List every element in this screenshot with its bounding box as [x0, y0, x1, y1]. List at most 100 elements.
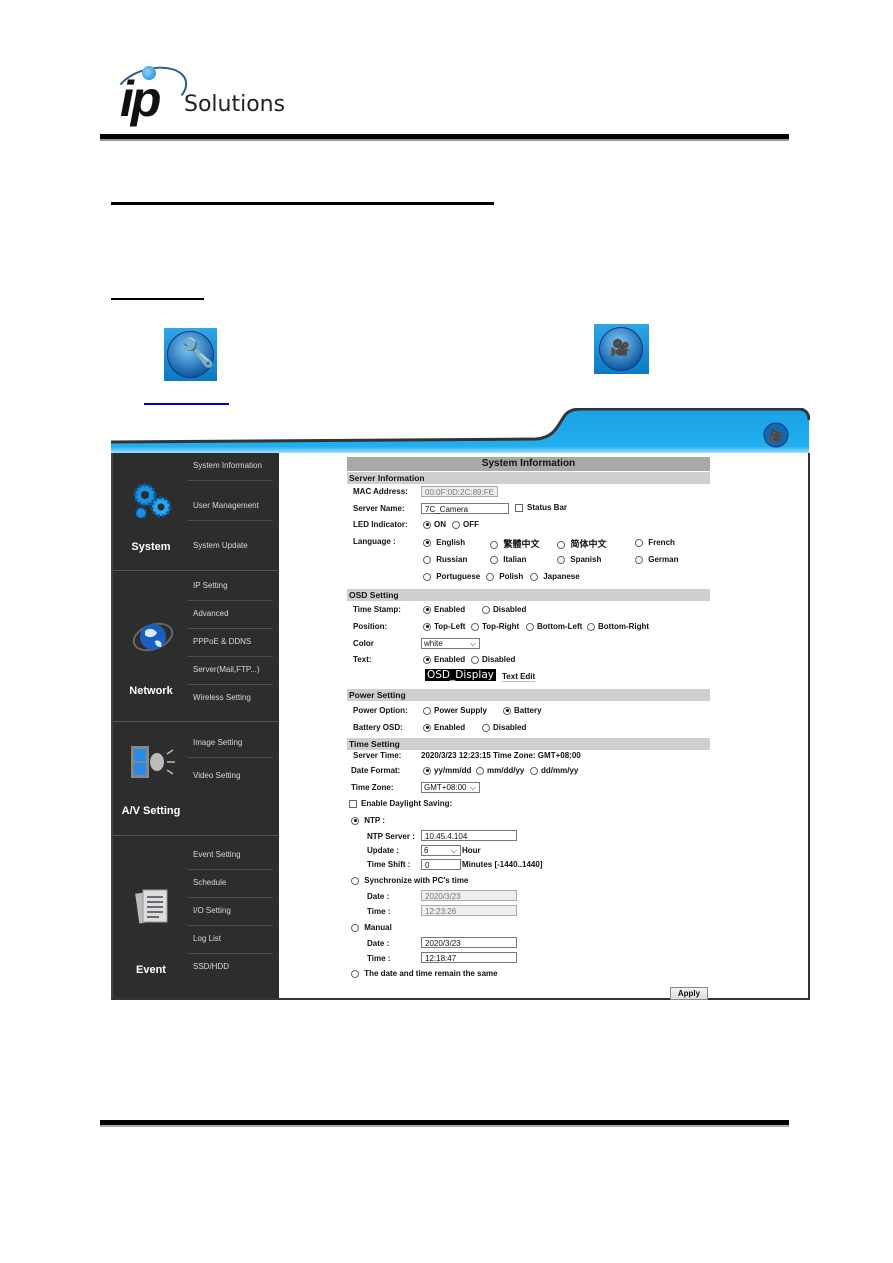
ntp-radio[interactable]: NTP :	[351, 816, 385, 825]
server-time-label: Server Time:	[353, 751, 402, 760]
time-shift-input[interactable]: 0	[421, 859, 461, 870]
apply-button[interactable]: Apply	[670, 987, 708, 1000]
text-label: Text:	[353, 655, 372, 664]
osd-display-text: OSD_Display	[425, 669, 496, 681]
section-server-information: Server Information	[347, 472, 710, 484]
server-name-input[interactable]: 7C_Camera	[421, 503, 509, 514]
sidebar-group-title: Event	[136, 964, 166, 976]
update-label: Update :	[367, 846, 399, 855]
ui-content: System System Information User Managemen…	[111, 453, 810, 1000]
mac-address-field: 00:0F:0D:2C:89:FE	[421, 486, 498, 497]
manual-date-input[interactable]: 2020/3/23	[421, 937, 517, 948]
text-edit-button[interactable]: Text Edit	[502, 672, 536, 682]
date-format-label: Date Format:	[351, 766, 401, 775]
color-select[interactable]: white ⌵	[421, 638, 480, 649]
language-radio-simplified-chinese[interactable]: 简体中文	[557, 537, 607, 550]
language-radio-japanese[interactable]: Japanese	[530, 572, 580, 581]
remain-same-radio[interactable]: The date and time remain the same	[351, 969, 498, 978]
status-bar-label: Status Bar	[527, 503, 568, 512]
led-on-radio[interactable]: ON	[423, 520, 446, 529]
language-radio-german[interactable]: German	[635, 555, 678, 564]
battery-osd-enabled-radio[interactable]: Enabled	[423, 723, 465, 732]
chevron-down-icon: ⌵	[469, 639, 476, 648]
battery-osd-disabled-radio[interactable]: Disabled	[482, 723, 526, 732]
section-power-setting: Power Setting	[347, 689, 710, 701]
server-name-label: Server Name:	[353, 504, 405, 513]
language-radio-english[interactable]: English	[423, 538, 465, 547]
heading-underline	[111, 202, 494, 205]
language-radio-portuguese[interactable]: Portuguese	[423, 572, 480, 581]
position-bottom-right-radio[interactable]: Bottom-Right	[587, 622, 649, 631]
status-bar-checkbox[interactable]: Status Bar	[515, 503, 567, 512]
update-interval-select[interactable]: 6 ⌵	[421, 845, 461, 856]
sync-date-field: 2020/3/23	[421, 890, 517, 901]
sidebar-item-event-setting[interactable]: Event Setting	[187, 842, 273, 870]
language-radio-italian[interactable]: Italian	[490, 555, 526, 564]
position-top-right-radio[interactable]: Top-Right	[471, 622, 519, 631]
ntp-server-input[interactable]: 10.45.4.104	[421, 830, 517, 841]
daylight-saving-checkbox[interactable]: Enable Daylight Saving:	[349, 799, 452, 808]
sidebar-item-wireless-setting[interactable]: Wireless Setting	[187, 685, 273, 713]
time-zone-label: Time Zone:	[351, 783, 394, 792]
sidebar-item-schedule[interactable]: Schedule	[187, 870, 273, 898]
hyperlink-underline[interactable]	[144, 403, 229, 405]
time-stamp-enabled-radio[interactable]: Enabled	[423, 605, 465, 614]
position-top-left-radio[interactable]: Top-Left	[423, 622, 465, 631]
position-bottom-left-radio[interactable]: Bottom-Left	[526, 622, 582, 631]
manual-radio[interactable]: Manual	[351, 923, 392, 932]
chevron-down-icon: ⌵	[469, 783, 476, 792]
text-disabled-radio[interactable]: Disabled	[471, 655, 515, 664]
wrench-icon: 🔧	[164, 328, 217, 381]
sync-pc-time-radio[interactable]: Synchronize with PC's time	[351, 876, 468, 885]
language-label: Language :	[353, 537, 396, 546]
sidebar-item-advanced[interactable]: Advanced	[187, 601, 273, 629]
language-radio-traditional-chinese[interactable]: 繁體中文	[490, 537, 540, 550]
time-stamp-disabled-radio[interactable]: Disabled	[482, 605, 526, 614]
power-supply-radio[interactable]: Power Supply	[423, 706, 487, 715]
sidebar-item-pppoe-ddns[interactable]: PPPoE & DDNS	[187, 629, 273, 657]
logo-text: Solutions	[184, 92, 286, 117]
time-zone-select[interactable]: GMT+08:00 ⌵	[421, 782, 480, 793]
text-enabled-radio[interactable]: Enabled	[423, 655, 465, 664]
update-unit-label: Hour	[462, 846, 481, 855]
date-format-ddmmyy-radio[interactable]: dd/mm/yy	[530, 766, 578, 775]
subheading-underline	[111, 298, 204, 300]
sidebar-item-image-setting[interactable]: Image Setting	[187, 730, 273, 758]
sidebar-item-ssd-hdd[interactable]: SSD/HDD	[187, 954, 273, 982]
date-format-yymmdd-radio[interactable]: yy/mm/dd	[423, 766, 471, 775]
footer-divider	[100, 1120, 789, 1127]
mac-address-label: MAC Address:	[353, 487, 408, 496]
sidebar: System System Information User Managemen…	[111, 453, 279, 998]
language-radio-russian[interactable]: Russian	[423, 555, 467, 564]
sidebar-group-network: Network IP Setting Advanced PPPoE & DDNS…	[113, 571, 279, 722]
section-time-setting: Time Setting	[347, 738, 710, 750]
sync-time-field: 12:23:26	[421, 905, 517, 916]
camera-web-ui: 🎥 System System Information User Managem…	[111, 408, 810, 1000]
language-radio-french[interactable]: French	[635, 538, 675, 547]
sidebar-item-log-list[interactable]: Log List	[187, 926, 273, 954]
sidebar-item-ip-setting[interactable]: IP Setting	[187, 573, 273, 601]
ip-solutions-logo: ip Solutions	[109, 59, 292, 136]
sidebar-item-user-management[interactable]: User Management	[187, 493, 273, 521]
sidebar-group-title: System	[131, 541, 171, 553]
date-format-mmddyy-radio[interactable]: mm/dd/yy	[476, 766, 524, 775]
sidebar-item-system-information[interactable]: System Information	[187, 453, 273, 481]
color-label: Color	[353, 639, 374, 648]
globe-icon	[132, 622, 174, 652]
sidebar-group-title: A/V Setting	[121, 805, 181, 817]
section-osd-setting: OSD Setting	[347, 589, 710, 601]
sidebar-item-video-setting[interactable]: Video Setting	[187, 763, 273, 791]
sidebar-item-io-setting[interactable]: I/O Setting	[187, 898, 273, 926]
language-radio-spanish[interactable]: Spanish	[557, 555, 601, 564]
gears-icon	[133, 483, 172, 519]
manual-time-label: Time :	[367, 954, 391, 963]
sidebar-item-server[interactable]: Server(Mail,FTP...)	[187, 657, 273, 685]
manual-time-input[interactable]: 12:18:47	[421, 952, 517, 963]
sidebar-item-system-update[interactable]: System Update	[187, 533, 273, 561]
sidebar-group-event: Event Event Setting Schedule I/O Setting…	[113, 836, 279, 998]
time-shift-label: Time Shift :	[367, 860, 411, 869]
battery-radio[interactable]: Battery	[503, 706, 542, 715]
language-radio-polish[interactable]: Polish	[486, 572, 523, 581]
led-off-radio[interactable]: OFF	[452, 520, 479, 529]
logo-mark: ip	[120, 71, 161, 127]
